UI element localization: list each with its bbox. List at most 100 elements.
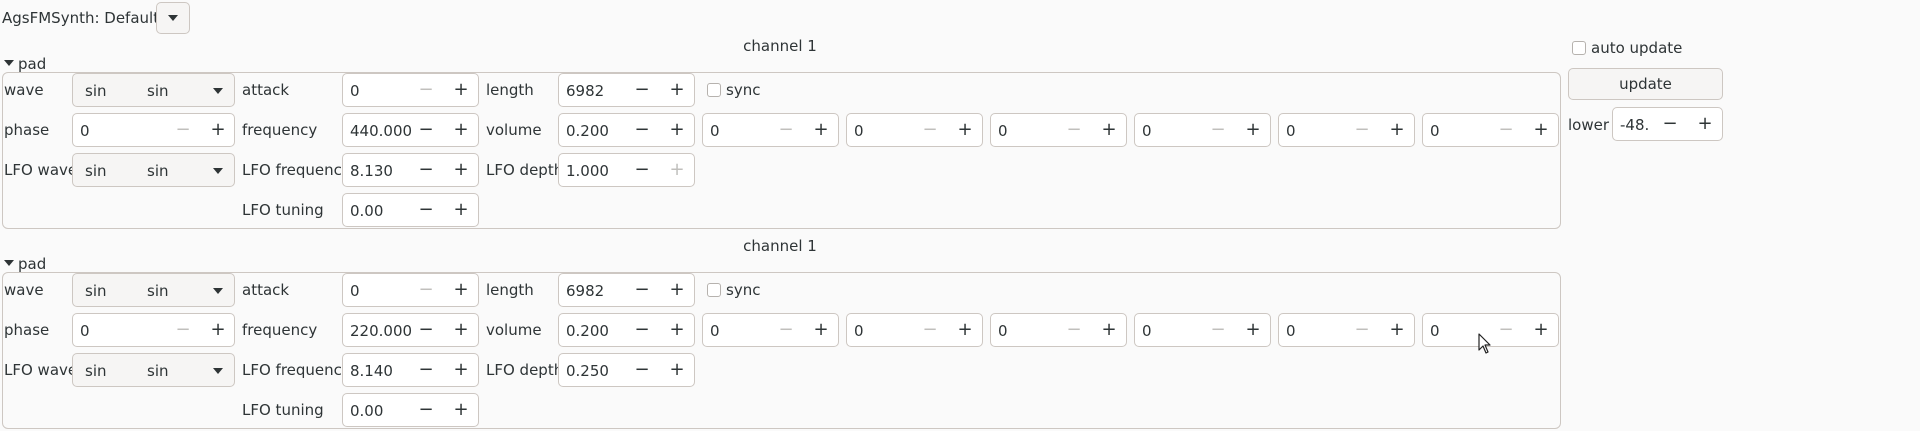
minus-icon[interactable]: − [625, 154, 659, 186]
minus-icon[interactable]: − [409, 314, 443, 346]
minus-icon[interactable]: − [1201, 114, 1235, 146]
extra-spin[interactable]: 0 − + [702, 313, 839, 347]
extra-value[interactable]: 0 [998, 321, 1008, 341]
phase-spin[interactable]: 0 − + [72, 113, 235, 147]
extra-spin[interactable]: 0 − + [990, 113, 1127, 147]
minus-icon[interactable]: − [166, 314, 200, 346]
minus-icon[interactable]: − [1489, 314, 1523, 346]
plus-icon[interactable]: + [948, 114, 982, 146]
pad-expander[interactable]: pad [4, 54, 54, 74]
volume-spin[interactable]: 0.200 − + [558, 313, 695, 347]
extra-value[interactable]: 0 [1286, 121, 1296, 141]
minus-icon[interactable]: − [409, 74, 443, 106]
lfo-depth-value[interactable]: 0.250 [566, 361, 609, 381]
frequency-spin[interactable]: 440.000 − + [342, 113, 479, 147]
plus-icon[interactable]: + [1524, 314, 1558, 346]
plus-icon[interactable]: + [660, 74, 694, 106]
plus-icon[interactable]: + [444, 274, 478, 306]
extra-value[interactable]: 0 [854, 121, 864, 141]
plus-icon[interactable]: + [1236, 114, 1270, 146]
plus-icon[interactable]: + [444, 154, 478, 186]
sync-checkbox[interactable] [707, 83, 721, 97]
lower-spin[interactable]: -48.0 − + [1612, 107, 1723, 141]
lfo-tuning-spin[interactable]: 0.00 − + [342, 193, 479, 227]
extra-value[interactable]: 0 [710, 121, 720, 141]
volume-value[interactable]: 0.200 [566, 321, 609, 341]
minus-icon[interactable]: − [409, 394, 443, 426]
plus-icon[interactable]: + [660, 354, 694, 386]
extra-spin[interactable]: 0 − + [1134, 313, 1271, 347]
lfo-depth-spin[interactable]: 0.250 − + [558, 353, 695, 387]
plus-icon[interactable]: + [1380, 114, 1414, 146]
extra-spin[interactable]: 0 − + [846, 113, 983, 147]
extra-value[interactable]: 0 [1142, 121, 1152, 141]
lfo-frequency-spin[interactable]: 8.130 − + [342, 153, 479, 187]
attack-value[interactable]: 0 [350, 281, 360, 301]
minus-icon[interactable]: − [166, 114, 200, 146]
auto-update-checkbox[interactable] [1572, 41, 1586, 55]
length-value[interactable]: 6982 [566, 81, 604, 101]
extra-spin[interactable]: 0 − + [702, 113, 839, 147]
minus-icon[interactable]: − [1345, 314, 1379, 346]
plus-icon[interactable]: + [201, 114, 235, 146]
length-spin[interactable]: 6982 − + [558, 73, 695, 107]
sync-checkbox[interactable] [707, 283, 721, 297]
lfo-tuning-value[interactable]: 0.00 [350, 401, 383, 421]
extra-value[interactable]: 0 [1142, 321, 1152, 341]
length-spin[interactable]: 6982 − + [558, 273, 695, 307]
extra-value[interactable]: 0 [1430, 321, 1440, 341]
plus-icon[interactable]: + [444, 74, 478, 106]
minus-icon[interactable]: − [409, 194, 443, 226]
minus-icon[interactable]: − [409, 354, 443, 386]
plus-icon[interactable]: + [1524, 114, 1558, 146]
attack-spin[interactable]: 0 − + [342, 73, 479, 107]
plus-icon[interactable]: + [660, 274, 694, 306]
extra-value[interactable]: 0 [854, 321, 864, 341]
minus-icon[interactable]: − [769, 314, 803, 346]
lfo-frequency-spin[interactable]: 8.140 − + [342, 353, 479, 387]
lfo-tuning-value[interactable]: 0.00 [350, 201, 383, 221]
minus-icon[interactable]: − [409, 154, 443, 186]
extra-spin[interactable]: 0 − + [1278, 313, 1415, 347]
plus-icon[interactable]: + [1688, 108, 1722, 140]
extra-spin[interactable]: 0 − + [1134, 113, 1271, 147]
minus-icon[interactable]: − [409, 114, 443, 146]
extra-value[interactable]: 0 [1430, 121, 1440, 141]
extra-spin[interactable]: 0 − + [846, 313, 983, 347]
minus-icon[interactable]: − [625, 354, 659, 386]
volume-spin[interactable]: 0.200 − + [558, 113, 695, 147]
lfo-frequency-value[interactable]: 8.130 [350, 161, 393, 181]
plus-icon[interactable]: + [660, 314, 694, 346]
attack-value[interactable]: 0 [350, 81, 360, 101]
plus-icon[interactable]: + [444, 354, 478, 386]
minus-icon[interactable]: − [1057, 314, 1091, 346]
extra-spin[interactable]: 0 − + [990, 313, 1127, 347]
lfo-wave-combo[interactable]: sin sin [72, 153, 235, 187]
plus-icon[interactable]: + [660, 114, 694, 146]
minus-icon[interactable]: − [1201, 314, 1235, 346]
frequency-value[interactable]: 220.000 [350, 321, 412, 341]
attack-spin[interactable]: 0 − + [342, 273, 479, 307]
extra-value[interactable]: 0 [710, 321, 720, 341]
update-button[interactable]: update [1568, 68, 1723, 100]
minus-icon[interactable]: − [625, 314, 659, 346]
frequency-spin[interactable]: 220.000 − + [342, 313, 479, 347]
phase-value[interactable]: 0 [80, 321, 90, 341]
minus-icon[interactable]: − [769, 114, 803, 146]
phase-value[interactable]: 0 [80, 121, 90, 141]
plus-icon[interactable]: + [1236, 314, 1270, 346]
plus-icon[interactable]: + [1092, 114, 1126, 146]
lower-value[interactable]: -48.0 [1620, 115, 1648, 135]
preset-dropdown-button[interactable] [156, 2, 190, 34]
volume-value[interactable]: 0.200 [566, 121, 609, 141]
minus-icon[interactable]: − [625, 274, 659, 306]
minus-icon[interactable]: − [625, 114, 659, 146]
plus-icon[interactable]: + [1092, 314, 1126, 346]
lfo-wave-combo[interactable]: sin sin [72, 353, 235, 387]
frequency-value[interactable]: 440.000 [350, 121, 412, 141]
plus-icon[interactable]: + [444, 114, 478, 146]
plus-icon[interactable]: + [660, 154, 694, 186]
minus-icon[interactable]: − [625, 74, 659, 106]
extra-spin[interactable]: 0 − + [1278, 113, 1415, 147]
minus-icon[interactable]: − [913, 114, 947, 146]
